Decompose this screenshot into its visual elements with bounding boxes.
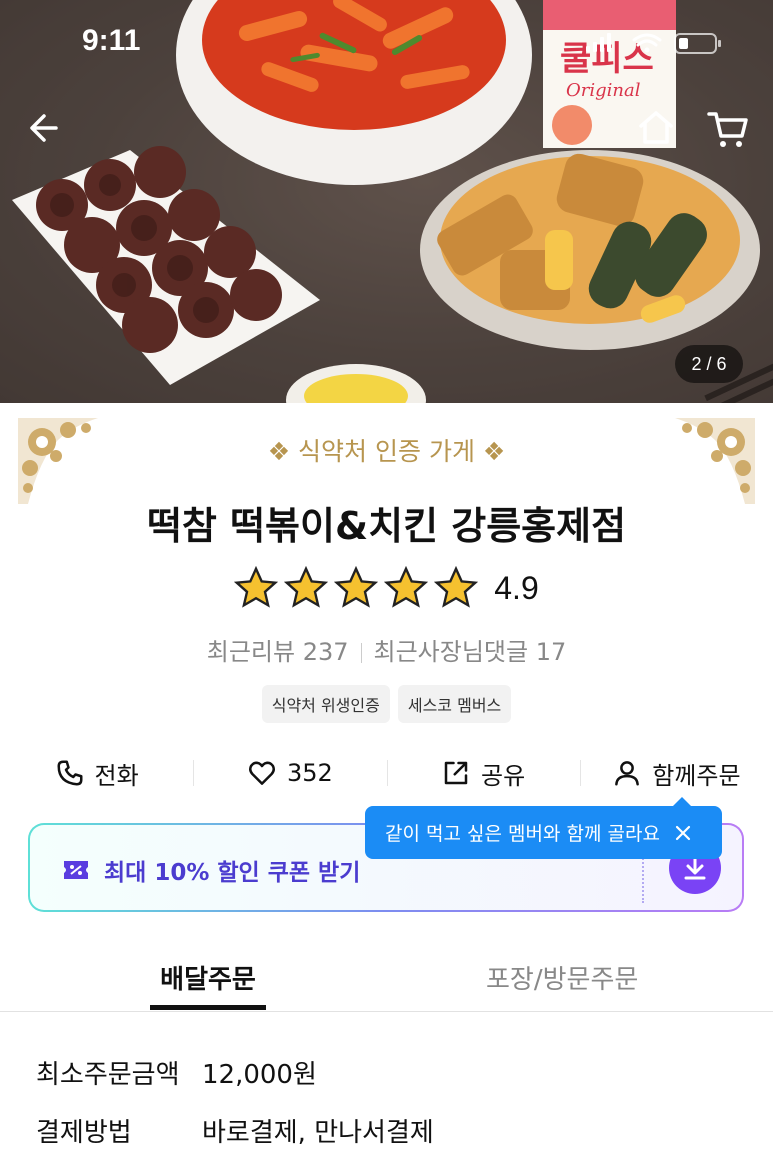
min-order-label: 최소주문금액 [36,1060,180,1090]
divider [360,643,362,663]
share-icon [444,761,468,785]
call-label: 전화 [94,761,139,790]
min-order-row: 최소주문금액 12,000원 [36,1054,317,1091]
coupon-suffix: 할인 쿠폰 받기 [209,860,361,886]
status-bar: 9:11 [0,0,773,80]
svg-text:Original: Original [566,80,641,101]
cart-icon[interactable] [706,108,750,152]
tag-hygiene: 식약처 위생인증 [261,685,390,723]
close-icon[interactable] [674,824,692,842]
certified-badge: ❖ 식약처 인증 가게 ❖ [0,432,773,468]
tab-delivery[interactable]: 배달주문 [150,959,266,1010]
recent-owner-replies-link[interactable]: 최근사장님댓글 17 [374,638,567,666]
share-label: 공유 [481,761,526,790]
status-icons [586,33,721,54]
group-order-tooltip: 같이 먹고 싶은 멤버와 함께 골라요 [365,797,722,859]
tooltip-text: 같이 먹고 싶은 멤버와 함께 골라요 [385,823,660,845]
group-order-label: 함께주문 [652,761,741,790]
recent-reviews-link[interactable]: 최근리뷰 237 [207,638,349,666]
coupon-highlight: 10% [154,860,210,886]
min-order-value: 12,000원 [202,1060,317,1090]
rating-value: 4.9 [494,569,539,606]
rating-row: 4.9 [0,566,773,610]
star-icon [234,566,279,608]
star-icon [434,566,479,608]
likes-count: 352 [286,759,333,787]
heart-icon [248,761,275,785]
back-arrow-icon[interactable] [26,108,66,148]
wifi-icon [632,33,662,47]
signal-icon [586,33,611,52]
payment-row: 결제방법 바로결제, 만나서결제 [36,1112,434,1149]
review-stats[interactable]: 최근리뷰 237 최근사장님댓글 17 [0,632,773,667]
sparkle-icon: ❖ [267,437,299,466]
call-button[interactable]: 전화 [0,750,193,796]
payment-value: 바로결제, 만나서결제 [202,1118,434,1148]
tag-cesco: 세스코 멤버스 [397,685,512,723]
tab-pickup[interactable]: 포장/방문주문 [486,959,638,996]
share-button[interactable]: 공유 [386,750,580,796]
store-name: 떡참 떡볶이&치킨 강릉홍제점 [146,504,627,548]
star-icon [284,566,329,608]
status-time: 9:11 [82,24,141,57]
coupon-prefix: 최대 [104,860,155,886]
coupon-text: 최대 10% 할인 쿠폰 받기 [62,853,360,887]
coupon-icon [64,861,88,879]
image-counter: 2 / 6 [675,345,743,383]
person-icon [615,761,640,786]
hero-image[interactable]: 쿨피스 Original 9:11 2 / 6 [0,0,773,403]
star-icon [334,566,379,608]
home-icon[interactable] [636,108,676,148]
payment-label: 결제방법 [36,1118,132,1148]
star-icon [384,566,429,608]
action-bar: 전화 352 공유 함께주문 [0,750,773,796]
battery-icon [674,33,721,54]
phone-icon [57,760,83,786]
order-type-tabs: 배달주문 포장/방문주문 [0,945,773,1012]
certified-badge-label: 식약처 인증 가게 [298,437,475,466]
sparkle-icon: ❖ [474,437,506,466]
group-order-button[interactable]: 함께주문 [579,750,773,796]
like-button[interactable]: 352 [193,750,386,796]
store-tags: 식약처 위생인증 세스코 멤버스 [0,685,773,723]
